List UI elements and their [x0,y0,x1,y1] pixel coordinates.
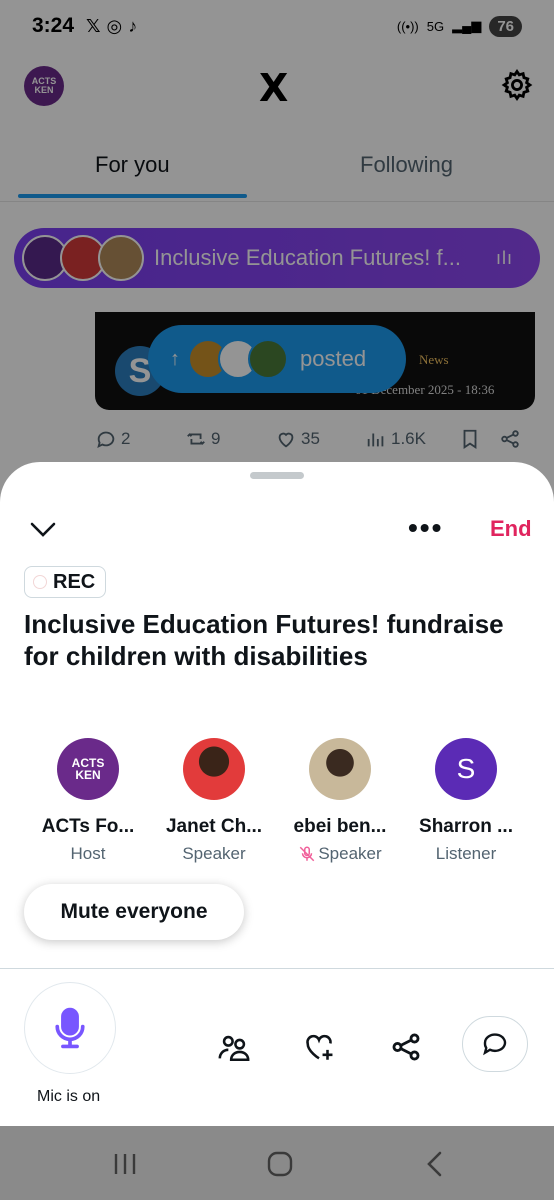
bookmark-button[interactable] [459,428,499,450]
account-avatar[interactable]: ACTS KEN [24,66,64,106]
battery-level: 76 [489,15,522,37]
status-bar: 3:24 𝕏 ◎ ♪ ((•)) 5G ▂▄▆ 76 [0,0,554,52]
participant-role-label: Speaker [318,844,382,863]
bookmark-icon [463,429,477,449]
avatar: ACTS KEN [57,738,119,800]
system-nav-bar [0,1126,554,1200]
chat-bubble-icon [483,1033,507,1056]
share-icon [501,430,519,448]
mic-muted-icon [300,846,315,862]
participant-role-label: Listener [435,844,497,863]
status-app-icons: 𝕏 ◎ ♪ [86,16,137,37]
end-space-button[interactable]: End [490,516,532,542]
participant-role-label: Speaker [182,844,246,863]
recent-apps-icon[interactable] [112,1152,138,1176]
tab-following[interactable]: Following [360,152,453,178]
mic-icon [55,1007,85,1049]
like-count: 35 [301,429,320,448]
share-icon[interactable] [389,1030,423,1064]
top-bar: ACTS KEN X [0,56,554,116]
participant-name: Janet Ch... [165,816,263,837]
space-pill-title: Inclusive Education Futures! f... [154,245,461,270]
chevron-down-icon[interactable] [28,516,58,542]
sheet-grabber[interactable] [250,472,304,479]
more-options-icon[interactable]: ••• [408,512,443,544]
repost-button[interactable]: 9 [185,428,275,450]
participant-role: Speaker [149,844,279,864]
like-button[interactable]: 35 [275,428,365,450]
participant-name: Sharron ... [419,816,513,837]
hotspot-icon: ((•)) [396,18,419,34]
posted-label: posted [300,346,367,371]
card-news-label: News [419,352,449,367]
participant-speaker[interactable]: ebei ben... Speaker [275,738,405,864]
mic-status-label: Mic is on [37,1088,101,1105]
home-icon[interactable] [266,1150,294,1178]
participants-row: ACTS KEN ACTs Fo... Host Janet Ch... Spea… [0,738,554,868]
participant-name: ebei ben... [293,816,387,837]
audio-bars-icon: ılı [496,247,514,268]
reply-icon [97,431,115,449]
share-button[interactable] [499,428,521,450]
reply-button[interactable]: 2 [95,428,185,450]
space-sheet: ••• End REC Inclusive Education Futures!… [0,462,554,1126]
back-icon[interactable] [424,1150,444,1178]
signal-icon: ▂▄▆ [452,18,482,33]
tab-for-you[interactable]: For you [95,152,170,178]
x-app-icon: 𝕏 [86,15,101,36]
rec-label: REC [53,570,96,593]
participant-name: ACTs Fo... [41,816,135,837]
avatar [248,339,288,379]
participant-role-label: Host [70,844,106,863]
space-host-avatars [22,235,144,281]
timeline-tabs: For you Following [0,140,554,202]
settings-gear-icon[interactable] [500,68,534,102]
participant-listener[interactable]: S Sharron ... Listener [401,738,531,864]
live-space-pill[interactable]: Inclusive Education Futures! f... ılı [14,228,540,288]
views-button[interactable]: 1.6K [365,428,459,450]
participant-role: Listener [401,844,531,864]
avatar: S [435,738,497,800]
views-icon [367,433,384,447]
mic-toggle-button[interactable] [24,982,116,1074]
arrow-up-icon: ↑ [170,347,180,370]
repost-count: 9 [211,429,221,448]
participant-role: Host [23,844,153,864]
heart-plus-icon[interactable] [302,1030,336,1064]
participant-speaker[interactable]: Janet Ch... Speaker [149,738,279,864]
status-indicators: ((•)) 5G ▂▄▆ 76 [396,15,522,37]
participant-host[interactable]: ACTS KEN ACTs Fo... Host [23,738,153,864]
new-posts-pill[interactable]: ↑ posted [148,325,406,393]
x-logo: X [259,66,289,110]
participant-role: Speaker [275,844,405,864]
avatar [183,738,245,800]
tiktok-icon: ♪ [128,15,138,36]
divider [0,968,554,969]
repost-icon [187,433,205,445]
avatar-initial: S [456,753,476,784]
status-time: 3:24 [32,14,75,37]
avatar [309,738,371,800]
network-type: 5G [426,18,445,34]
reply-count: 2 [121,429,131,448]
people-icon[interactable] [217,1030,251,1064]
whatsapp-icon: ◎ [106,15,123,36]
mute-everyone-button[interactable]: Mute everyone [24,884,244,940]
active-tab-indicator [18,194,247,198]
comments-button[interactable] [462,1016,528,1072]
heart-icon [278,432,294,448]
recording-badge: REC [24,566,107,598]
space-title: Inclusive Education Futures! fundraise f… [24,609,504,671]
avatar [98,235,144,281]
view-count: 1.6K [391,429,426,448]
tweet-actions: 2 9 35 1.6K [95,424,535,454]
record-dot-icon [33,575,47,589]
